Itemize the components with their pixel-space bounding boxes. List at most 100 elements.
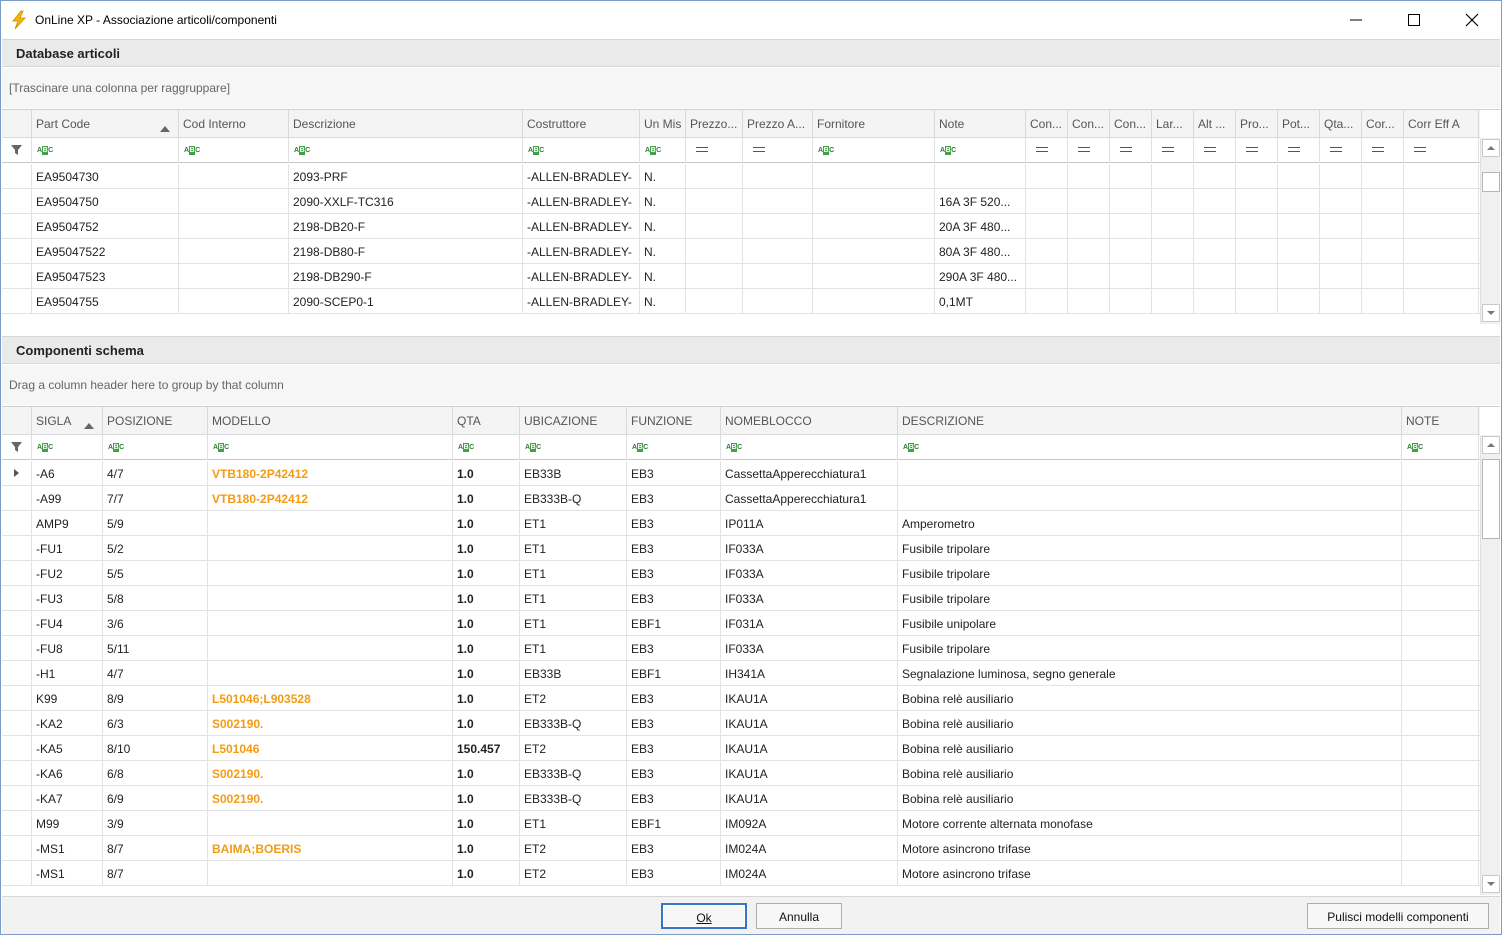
row-indicator[interactable]: [2, 561, 32, 586]
components-group-panel[interactable]: Drag a column header here to group by th…: [2, 365, 1500, 405]
table-cell[interactable]: [1278, 164, 1320, 189]
column-header[interactable]: SIGLA: [32, 407, 103, 435]
table-cell[interactable]: -KA6: [32, 761, 103, 786]
table-cell[interactable]: [686, 189, 743, 214]
table-cell[interactable]: IF033A: [721, 536, 898, 561]
table-cell[interactable]: 20A 3F 480...: [935, 214, 1026, 239]
table-cell[interactable]: [1320, 189, 1362, 214]
table-cell[interactable]: 1.0: [453, 586, 520, 611]
table-cell[interactable]: S002190.: [208, 711, 453, 736]
table-cell[interactable]: [208, 561, 453, 586]
table-cell[interactable]: IH341A: [721, 661, 898, 686]
table-cell[interactable]: -FU4: [32, 611, 103, 636]
table-cell[interactable]: [1402, 861, 1479, 886]
table-cell[interactable]: 8/7: [103, 861, 208, 886]
row-indicator[interactable]: [2, 164, 32, 189]
table-cell[interactable]: [1110, 164, 1152, 189]
table-cell[interactable]: ET1: [520, 511, 627, 536]
table-row[interactable]: K99 8/9 L501046;L903528 1.0 ET2 EB3 IKAU1A Bobi…: [2, 686, 1480, 711]
table-cell[interactable]: [1320, 214, 1362, 239]
table-cell[interactable]: 8/10: [103, 736, 208, 761]
filter-cell[interactable]: [743, 138, 813, 163]
table-cell[interactable]: 5/11: [103, 636, 208, 661]
column-header[interactable]: QTA: [453, 407, 520, 435]
table-row[interactable]: -KA2 6/3 S002190. 1.0 EB333B-Q EB3 IKAU1A Bobin…: [2, 711, 1480, 736]
table-cell[interactable]: [1402, 661, 1479, 686]
column-header[interactable]: Costruttore: [523, 110, 640, 138]
row-indicator[interactable]: [2, 461, 32, 486]
table-cell[interactable]: [208, 811, 453, 836]
minimize-button[interactable]: [1327, 1, 1385, 39]
table-cell[interactable]: [1152, 164, 1194, 189]
filter-cell[interactable]: [1362, 138, 1404, 163]
table-cell[interactable]: [686, 239, 743, 264]
table-cell[interactable]: [1068, 164, 1110, 189]
scroll-down-button[interactable]: [1482, 875, 1500, 893]
table-cell[interactable]: [179, 264, 289, 289]
table-cell[interactable]: 1.0: [453, 561, 520, 586]
table-cell[interactable]: IF031A: [721, 611, 898, 636]
table-cell[interactable]: CassettaApperecchiatura1: [721, 461, 898, 486]
table-cell[interactable]: 1.0: [453, 661, 520, 686]
table-cell[interactable]: 1.0: [453, 461, 520, 486]
filter-cell[interactable]: [686, 138, 743, 163]
table-row[interactable]: EA95047522 2198-DB80-F -ALLEN-BRADLEY- N. 80…: [2, 239, 1480, 264]
table-cell[interactable]: -FU8: [32, 636, 103, 661]
cancel-button[interactable]: Annulla: [756, 903, 842, 929]
column-header[interactable]: Prezzo A...: [743, 110, 813, 138]
table-row[interactable]: M99 3/9 1.0 ET1 EBF1 IM092A Motore corrente al…: [2, 811, 1480, 836]
scroll-thumb[interactable]: [1482, 459, 1500, 539]
table-row[interactable]: -FU3 5/8 1.0 ET1 EB3 IF033A Fusibile tripolare: [2, 586, 1480, 611]
table-cell[interactable]: [1026, 214, 1068, 239]
table-cell[interactable]: -MS1: [32, 836, 103, 861]
row-indicator[interactable]: [2, 264, 32, 289]
table-cell[interactable]: [1026, 189, 1068, 214]
table-cell[interactable]: [1026, 289, 1068, 314]
filter-cell[interactable]: ABC: [721, 435, 898, 460]
table-cell[interactable]: EB3: [627, 586, 721, 611]
table-cell[interactable]: [898, 486, 1402, 511]
table-cell[interactable]: 1.0: [453, 486, 520, 511]
filter-cell[interactable]: ABC: [32, 138, 179, 163]
table-cell[interactable]: 6/3: [103, 711, 208, 736]
column-header[interactable]: Cor...: [1362, 110, 1404, 138]
table-cell[interactable]: [1320, 264, 1362, 289]
table-cell[interactable]: EA95047522: [32, 239, 179, 264]
table-cell[interactable]: [1110, 189, 1152, 214]
table-cell[interactable]: [813, 189, 935, 214]
table-row[interactable]: -MS1 8/7 1.0 ET2 EB3 IM024A Motore asincrono t…: [2, 861, 1480, 886]
filter-corner[interactable]: [2, 435, 32, 460]
table-cell[interactable]: [1110, 239, 1152, 264]
table-cell[interactable]: IKAU1A: [721, 736, 898, 761]
table-cell[interactable]: 6/8: [103, 761, 208, 786]
table-cell[interactable]: [686, 264, 743, 289]
table-cell[interactable]: [1236, 189, 1278, 214]
clear-models-button[interactable]: Pulisci modelli componenti: [1307, 903, 1489, 929]
filter-cell[interactable]: [1026, 138, 1068, 163]
table-cell[interactable]: EA95047523: [32, 264, 179, 289]
table-cell[interactable]: EA9504752: [32, 214, 179, 239]
column-header[interactable]: Corr Eff A: [1404, 110, 1479, 138]
table-cell[interactable]: N.: [640, 189, 686, 214]
table-cell[interactable]: IM024A: [721, 861, 898, 886]
table-cell[interactable]: K99: [32, 686, 103, 711]
table-cell[interactable]: Bobina relè ausiliario: [898, 686, 1402, 711]
table-cell[interactable]: 2198-DB20-F: [289, 214, 523, 239]
table-cell[interactable]: [1278, 214, 1320, 239]
row-indicator[interactable]: [2, 189, 32, 214]
filter-cell[interactable]: [1068, 138, 1110, 163]
filter-cell[interactable]: ABC: [813, 138, 935, 163]
table-cell[interactable]: [179, 164, 289, 189]
articles-group-panel[interactable]: [Trascinare una colonna per raggruppare]: [2, 68, 1500, 108]
table-cell[interactable]: [1278, 264, 1320, 289]
table-cell[interactable]: N.: [640, 239, 686, 264]
column-header[interactable]: Con...: [1026, 110, 1068, 138]
table-cell[interactable]: [1362, 264, 1404, 289]
table-cell[interactable]: IP011A: [721, 511, 898, 536]
table-cell[interactable]: Amperometro: [898, 511, 1402, 536]
table-cell[interactable]: [179, 289, 289, 314]
column-header[interactable]: NOTE: [1402, 407, 1479, 435]
table-row[interactable]: EA9504755 2090-SCEP0-1 -ALLEN-BRADLEY- N. 0,…: [2, 289, 1480, 314]
table-cell[interactable]: [1362, 164, 1404, 189]
table-cell[interactable]: ET2: [520, 686, 627, 711]
